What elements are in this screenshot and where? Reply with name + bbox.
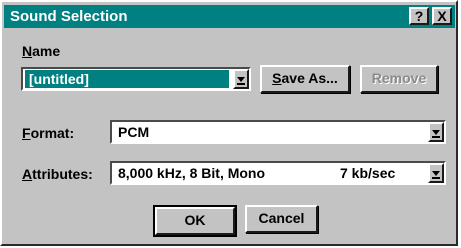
attributes-label: Attributes:: [22, 166, 93, 182]
save-as-label: ave As...: [281, 70, 338, 86]
format-label-mnemonic: F: [22, 125, 31, 141]
help-icon: ?: [414, 8, 424, 24]
cancel-button[interactable]: Cancel: [245, 205, 318, 233]
save-as-button[interactable]: Save As...: [260, 65, 350, 93]
name-combobox[interactable]: [untitled]: [21, 67, 251, 91]
attributes-label-mnemonic: A: [22, 166, 33, 182]
attributes-rate: 7 kb/sec: [340, 165, 396, 181]
window-title: Sound Selection: [10, 8, 128, 25]
dropdown-arrow-icon[interactable]: [428, 163, 444, 183]
format-label-rest: ormat:: [30, 125, 75, 141]
dropdown-arrow-icon[interactable]: [233, 69, 249, 89]
sound-selection-dialog: Sound Selection ? X Name [untitled] Save…: [0, 0, 458, 246]
cancel-label: Cancel: [258, 210, 305, 226]
attributes-label-rest: ttributes:: [32, 166, 93, 182]
name-value: [untitled]: [25, 70, 229, 88]
dropdown-arrow-icon[interactable]: [428, 122, 444, 142]
ok-label: OK: [184, 212, 206, 228]
name-label: Name: [22, 43, 60, 59]
remove-label: Remove: [371, 70, 427, 86]
attributes-combobox[interactable]: 8,000 kHz, 8 Bit, Mono 7 kb/sec: [110, 161, 446, 185]
close-button[interactable]: X: [432, 7, 452, 25]
format-label: Format:: [22, 125, 74, 141]
name-label-mnemonic: N: [22, 43, 33, 59]
close-icon: X: [437, 8, 447, 24]
ok-button[interactable]: OK: [153, 205, 237, 237]
name-label-rest: ame: [32, 43, 61, 59]
title-bar[interactable]: Sound Selection ? X: [4, 5, 455, 28]
format-value: PCM: [118, 124, 150, 140]
help-button[interactable]: ?: [409, 7, 429, 25]
save-as-mnemonic: S: [272, 70, 282, 86]
attributes-value: 8,000 kHz, 8 Bit, Mono: [118, 165, 266, 181]
format-combobox[interactable]: PCM: [110, 120, 446, 144]
remove-button[interactable]: Remove: [360, 65, 438, 93]
